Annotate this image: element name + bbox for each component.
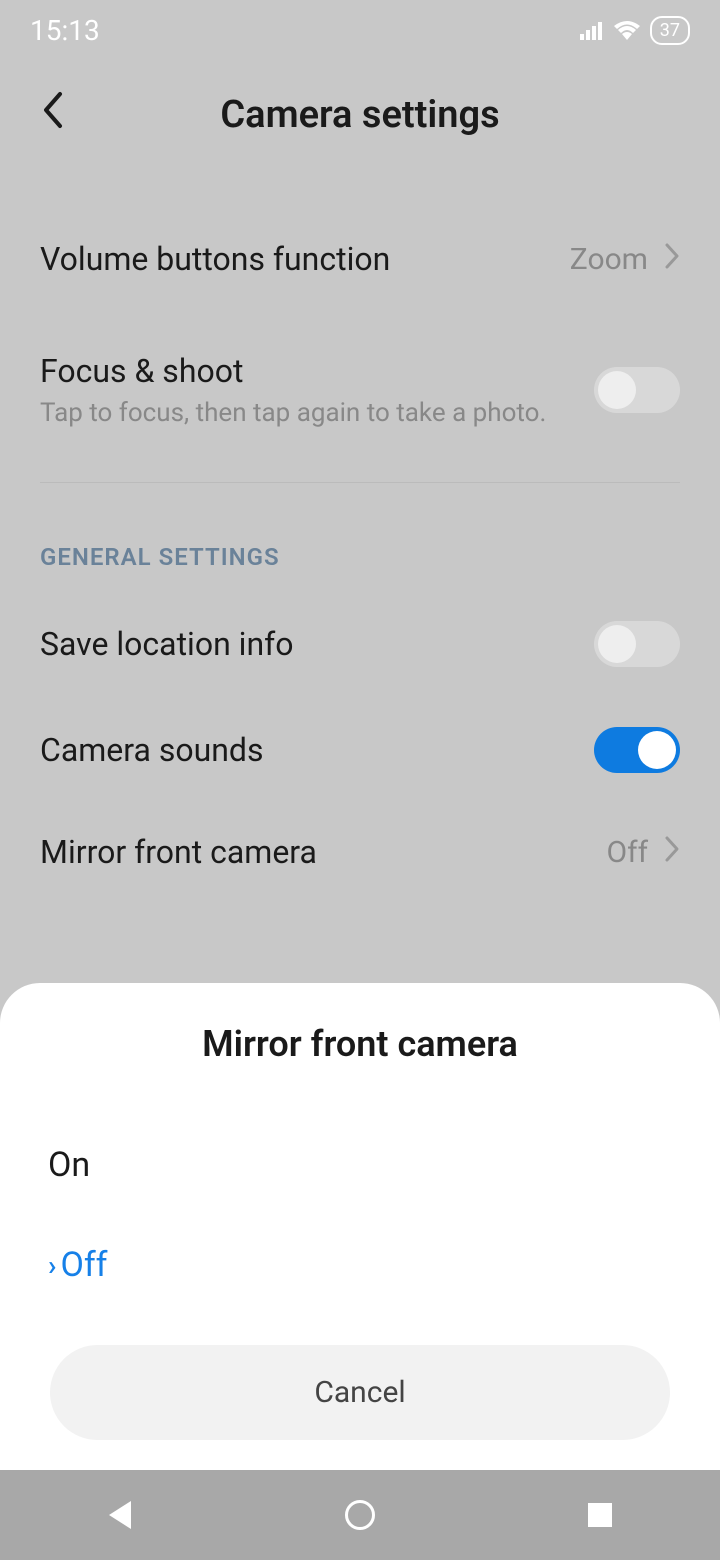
row-camera-sounds[interactable]: Camera sounds xyxy=(0,697,720,803)
row-volume-buttons[interactable]: Volume buttons function Zoom xyxy=(0,210,720,308)
save-location-label: Save location info xyxy=(40,625,594,663)
row-mirror-front[interactable]: Mirror front camera Off xyxy=(0,803,720,901)
camera-sounds-label: Camera sounds xyxy=(40,731,594,769)
mirror-front-label: Mirror front camera xyxy=(40,833,607,871)
volume-buttons-value: Zoom xyxy=(570,242,648,277)
page-title: Camera settings xyxy=(40,93,680,137)
wifi-icon xyxy=(614,14,640,47)
dialog-option-on[interactable]: On xyxy=(0,1115,720,1215)
save-location-toggle[interactable] xyxy=(594,621,680,667)
cancel-button[interactable]: Cancel xyxy=(50,1345,670,1440)
focus-shoot-sublabel: Tap to focus, then tap again to take a p… xyxy=(40,398,594,428)
battery-icon: 37 xyxy=(650,16,690,45)
status-right: 37 xyxy=(580,14,690,47)
chevron-right-icon xyxy=(664,240,680,278)
dialog-title: Mirror front camera xyxy=(0,1023,720,1065)
camera-sounds-toggle[interactable] xyxy=(594,727,680,773)
header: Camera settings xyxy=(0,60,720,170)
status-time: 15:13 xyxy=(30,14,100,47)
navigation-bar xyxy=(0,1470,720,1560)
chevron-right-icon: › xyxy=(48,1249,56,1282)
section-header-general: GENERAL SETTINGS xyxy=(0,503,720,591)
nav-home-button[interactable] xyxy=(343,1498,377,1532)
nav-recent-button[interactable] xyxy=(583,1498,617,1532)
status-bar: 15:13 37 xyxy=(0,0,720,60)
mirror-front-dialog: Mirror front camera On › Off Cancel Tech… xyxy=(0,983,720,1470)
focus-shoot-toggle[interactable] xyxy=(594,367,680,413)
row-save-location[interactable]: Save location info xyxy=(0,591,720,697)
row-focus-shoot[interactable]: Focus & shoot Tap to focus, then tap aga… xyxy=(0,328,720,462)
volume-buttons-label: Volume buttons function xyxy=(40,240,570,278)
settings-list: Volume buttons function Zoom Focus & sho… xyxy=(0,210,720,901)
divider xyxy=(40,482,680,483)
back-button[interactable] xyxy=(40,90,64,141)
nav-back-button[interactable] xyxy=(103,1498,137,1532)
chevron-right-icon xyxy=(664,833,680,871)
focus-shoot-label: Focus & shoot xyxy=(40,352,594,390)
signal-icon xyxy=(580,14,604,47)
dialog-option-off[interactable]: › Off xyxy=(0,1215,720,1315)
mirror-front-value: Off xyxy=(607,835,649,870)
